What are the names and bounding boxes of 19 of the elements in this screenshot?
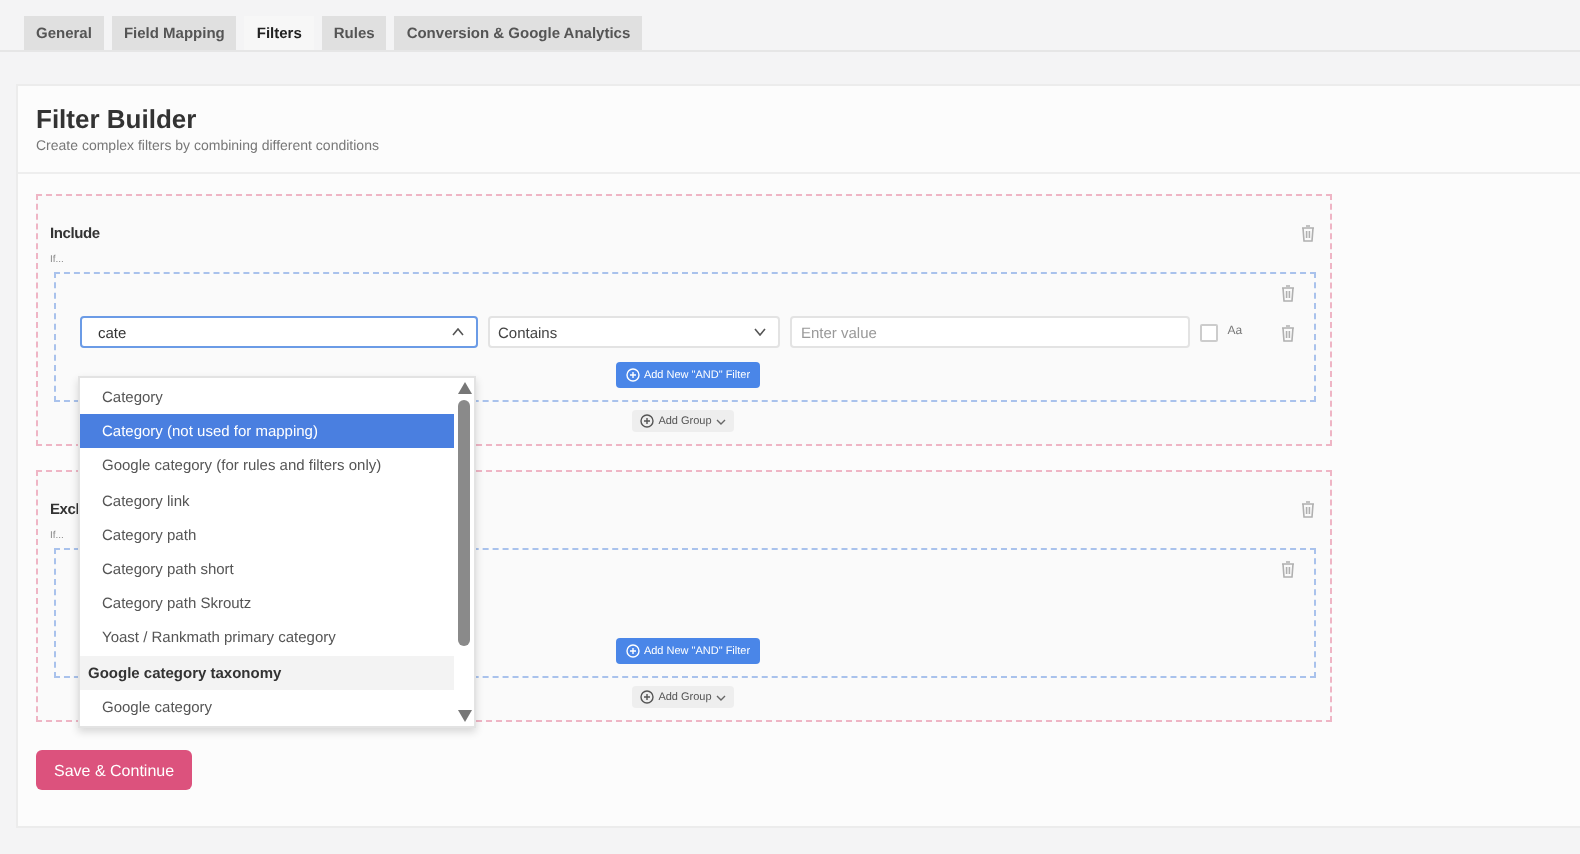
case-checkbox[interactable] <box>1199 323 1218 341</box>
caret-icon <box>715 417 726 425</box>
scrollbar-thumb[interactable] <box>458 400 470 646</box>
page-title: Filter Builder <box>36 102 199 134</box>
caret-icon <box>754 328 767 336</box>
trash-icon[interactable] <box>1280 560 1296 578</box>
caret-icon <box>452 328 464 336</box>
trash-icon[interactable] <box>1280 323 1296 341</box>
plus-circle-icon <box>625 644 640 658</box>
plus-circle-icon <box>625 368 640 382</box>
plus-circle-icon <box>640 414 655 428</box>
trash-icon[interactable] <box>1300 224 1316 242</box>
scroll-up-icon[interactable] <box>457 382 471 394</box>
save-continue-button[interactable]: Save & Continue <box>36 750 193 790</box>
trash-icon[interactable] <box>1280 284 1296 302</box>
caret-icon <box>715 693 726 701</box>
scroll-down-icon[interactable] <box>457 710 471 722</box>
trash-icon[interactable] <box>1300 500 1316 518</box>
plus-circle-icon <box>640 690 655 704</box>
